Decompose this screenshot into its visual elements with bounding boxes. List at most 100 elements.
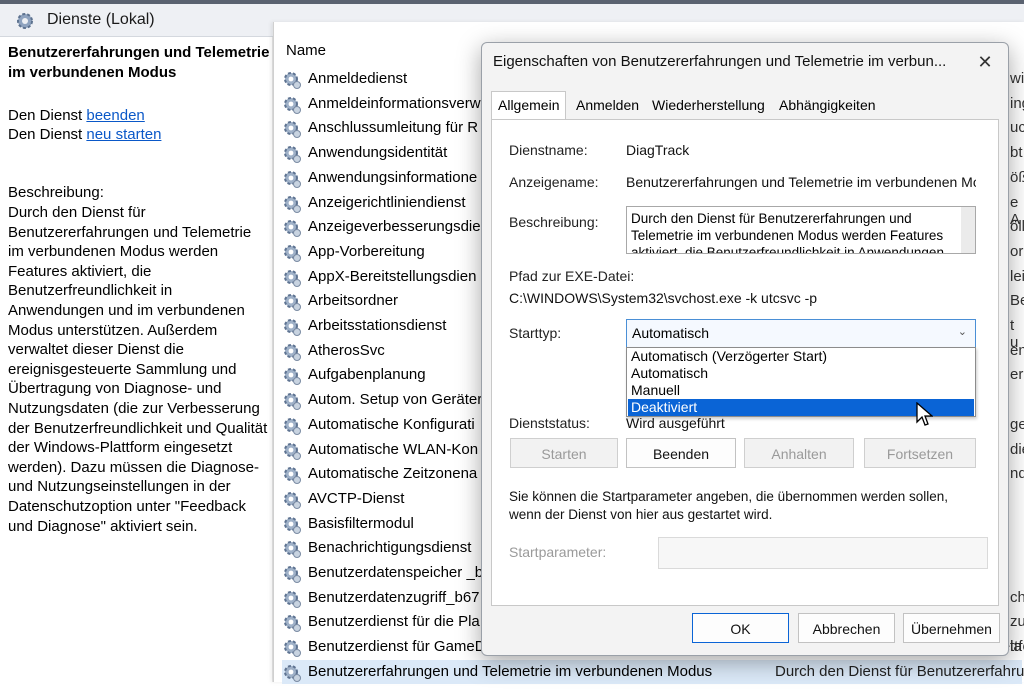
tab-dependencies[interactable]: Abhängigkeiten <box>772 91 883 119</box>
column-fragment: leit <box>1010 267 1024 285</box>
service-name: Automatische Konfigurati <box>308 415 475 433</box>
startparam-hint: Sie können die Startparameter angeben, d… <box>509 489 949 522</box>
restart-service-link[interactable]: neu starten <box>86 126 161 143</box>
column-fragment: wisc <box>1010 70 1024 87</box>
column-fragment: dier <box>1010 440 1024 458</box>
description-pane: Benutzererfahrungen und Telemetrie im ve… <box>0 37 273 682</box>
starttype-label: Starttyp: <box>509 325 562 341</box>
service-gear-icon <box>282 243 302 263</box>
service-row[interactable]: Benutzererfahrungen und Telemetrie im ve… <box>282 659 1024 684</box>
service-gear-icon <box>282 317 302 337</box>
properties-dialog: Eigenschaften von Benutzererfahrungen un… <box>481 42 1009 656</box>
service-gear-icon <box>282 589 302 609</box>
service-name: Benutzerdienst für die Pla <box>308 613 480 631</box>
service-gear-icon <box>282 515 302 535</box>
tab-recovery[interactable]: Wiederherstellung <box>645 91 772 119</box>
apply-button[interactable]: Übernehmen <box>903 613 1000 643</box>
column-fragment: ndie <box>1010 465 1024 483</box>
service-gear-icon <box>282 441 302 461</box>
column-fragment: Ber <box>1010 292 1024 310</box>
startparam-input[interactable] <box>658 537 988 569</box>
resume-button[interactable]: Fortsetzen <box>864 438 976 468</box>
column-header-name[interactable]: Name <box>286 42 326 59</box>
dialog-tabs: Allgemein Anmelden Wiederherstellung Abh… <box>491 91 991 120</box>
service-gear-icon <box>282 194 302 214</box>
service-gear-icon <box>282 465 302 485</box>
service-name: Anwendungsinformatione <box>308 168 478 186</box>
startparam-label: Startparameter: <box>509 544 607 560</box>
service-name: Aufgabenplanung <box>308 366 426 384</box>
service-gear-icon <box>282 638 302 658</box>
service-gear-icon <box>282 366 302 386</box>
service-gear-icon <box>282 119 302 139</box>
cancel-button[interactable]: Abbrechen <box>798 613 895 643</box>
service-gear-icon <box>282 539 302 559</box>
service-name: Autom. Setup von Geräter <box>308 391 483 409</box>
status-value: Wird ausgeführt <box>626 415 725 431</box>
chevron-down-icon: ⌄ <box>957 326 967 338</box>
stop-service-link[interactable]: beenden <box>86 107 144 124</box>
pause-button[interactable]: Anhalten <box>744 438 854 468</box>
column-fragment: ger <box>1010 415 1024 433</box>
window-title: Dienste (Lokal) <box>47 11 155 28</box>
service-name: Anmeldedienst <box>308 70 408 87</box>
column-fragment: ore <box>1010 242 1024 260</box>
service-name: Anzeigeverbesserungsdie <box>308 218 481 236</box>
service-name: Anzeigerichtliniendienst <box>308 193 466 211</box>
general-panel: Dienstname: DiagTrack Anzeigename: Benut… <box>491 119 999 606</box>
service-name: Arbeitsordner <box>308 292 399 310</box>
tab-general[interactable]: Allgemein <box>491 91 567 120</box>
column-fragment: erb <box>1010 366 1024 384</box>
description-text: Durch den Dienst für Benutzererfahrungen… <box>631 211 944 254</box>
restart-prefix: Den Dienst <box>8 126 87 143</box>
ok-button[interactable]: OK <box>692 613 789 643</box>
column-fragment: ölle <box>1010 218 1024 236</box>
service-gear-icon <box>282 218 302 238</box>
service-gear-icon <box>282 144 302 164</box>
service-description: Durch den Dienst für Benutzererfahrungen… <box>8 204 268 535</box>
starttype-value: Automatisch <box>632 325 710 341</box>
service-name: Anschlussumleitung für R <box>308 119 479 137</box>
status-label: Dienststatus: <box>509 415 590 431</box>
column-fragment: zuri <box>1010 613 1024 631</box>
service-gear-icon <box>282 663 302 683</box>
service-gear-icon <box>282 292 302 312</box>
service-name: Basisfiltermodul <box>308 514 414 532</box>
option-automatic-delayed[interactable]: Automatisch (Verzögerter Start) <box>628 348 974 365</box>
service-gear-icon <box>282 416 302 436</box>
dialog-title: Eigenschaften von Benutzererfahrungen un… <box>493 53 947 70</box>
service-name: AtherosSvc <box>308 341 385 359</box>
service-gear-icon <box>282 391 302 411</box>
service-name: AppX-Bereitstellungsdien <box>308 267 477 285</box>
column-fragment: bt <box>1010 144 1023 162</box>
service-name: Automatische Zeitzonena <box>308 465 478 483</box>
description-scrollbar[interactable] <box>961 207 975 253</box>
service-gear-icon <box>282 342 302 362</box>
stop-line: Den Dienst beenden <box>8 106 145 125</box>
service-name: App-Vorbereitung <box>308 242 425 260</box>
stop-prefix: Den Dienst <box>8 107 87 124</box>
stop-button[interactable]: Beenden <box>626 438 736 468</box>
start-button[interactable]: Starten <box>510 438 618 468</box>
service-name: AVCTP-Dienst <box>308 489 405 507</box>
option-automatic[interactable]: Automatisch <box>628 365 974 382</box>
exe-path-value: C:\WINDOWS\System32\svchost.exe -k utcsv… <box>509 290 818 306</box>
tab-logon[interactable]: Anmelden <box>569 91 646 119</box>
description-box[interactable]: Durch den Dienst für Benutzererfahrungen… <box>626 206 976 254</box>
column-fragment: enst <box>1010 341 1024 359</box>
mouse-pointer-icon <box>916 402 933 426</box>
service-name: Anwendungsidentität <box>308 144 448 162</box>
option-manual[interactable]: Manuell <box>628 382 974 399</box>
description-label: Beschreibung: <box>8 184 104 201</box>
service-gear-icon <box>282 70 302 90</box>
service-gear-icon <box>282 95 302 115</box>
service-gear-icon <box>282 613 302 633</box>
service-gear-icon <box>282 490 302 510</box>
service-gear-icon <box>282 169 302 189</box>
service-name: Benutzerdatenspeicher _b <box>308 564 484 581</box>
service-name-value: DiagTrack <box>626 142 690 158</box>
starttype-select[interactable]: Automatisch ⌄ <box>626 319 976 348</box>
display-name-value[interactable]: Benutzererfahrungen und Telemetrie im ve… <box>626 174 976 190</box>
column-fragment: ucke <box>1010 119 1024 137</box>
close-icon[interactable]: ✕ <box>972 49 998 75</box>
